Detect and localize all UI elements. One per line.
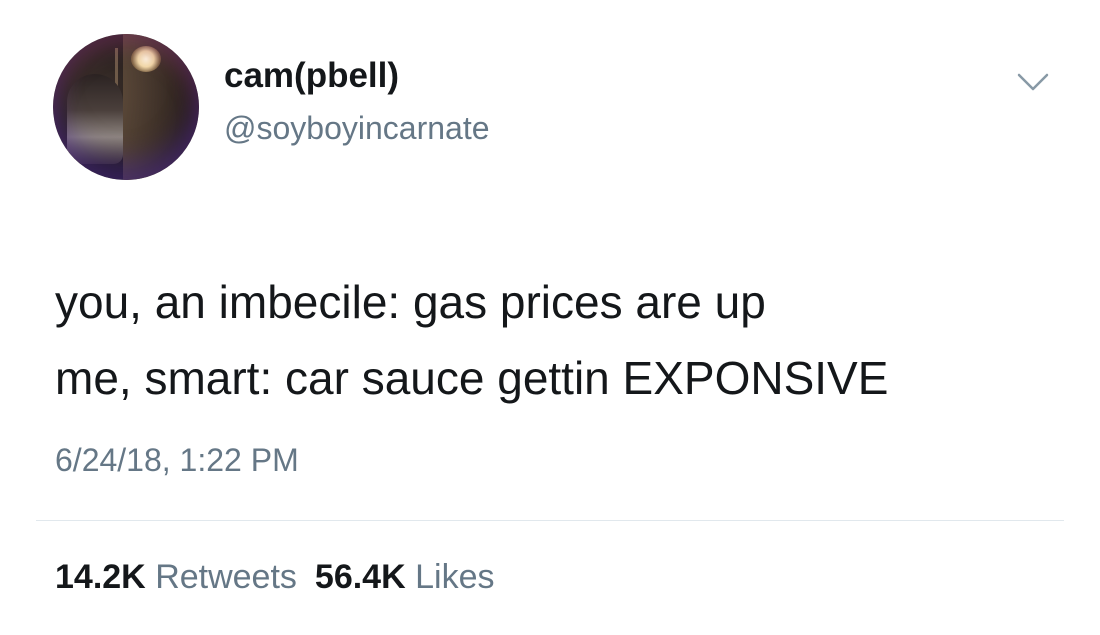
likes-count: 56.4K (314, 558, 406, 596)
retweets-stat[interactable]: 14.2K Retweets (55, 558, 297, 596)
avatar[interactable] (53, 34, 199, 180)
tweet-text-line: me, smart: car sauce gettin EXPONSIVE (55, 352, 889, 404)
engagement-stats: 14.2K Retweets 56.4K Likes (55, 558, 512, 597)
retweets-label: Retweets (155, 558, 297, 596)
display-name[interactable]: cam(pbell) (224, 56, 399, 96)
user-handle[interactable]: @soyboyincarnate (224, 110, 490, 147)
retweets-count: 14.2K (55, 558, 146, 596)
divider (36, 520, 1064, 521)
tweet-text-line: you, an imbecile: gas prices are up (55, 276, 766, 328)
avatar-photo-shading (53, 34, 199, 180)
tweet-timestamp[interactable]: 6/24/18, 1:22 PM (55, 442, 299, 479)
likes-stat[interactable]: 56.4K Likes (315, 558, 495, 596)
chevron-down-icon[interactable] (1016, 70, 1050, 94)
tweet-text: you, an imbecile: gas prices are up me, … (55, 264, 888, 416)
likes-label: Likes (415, 558, 495, 596)
